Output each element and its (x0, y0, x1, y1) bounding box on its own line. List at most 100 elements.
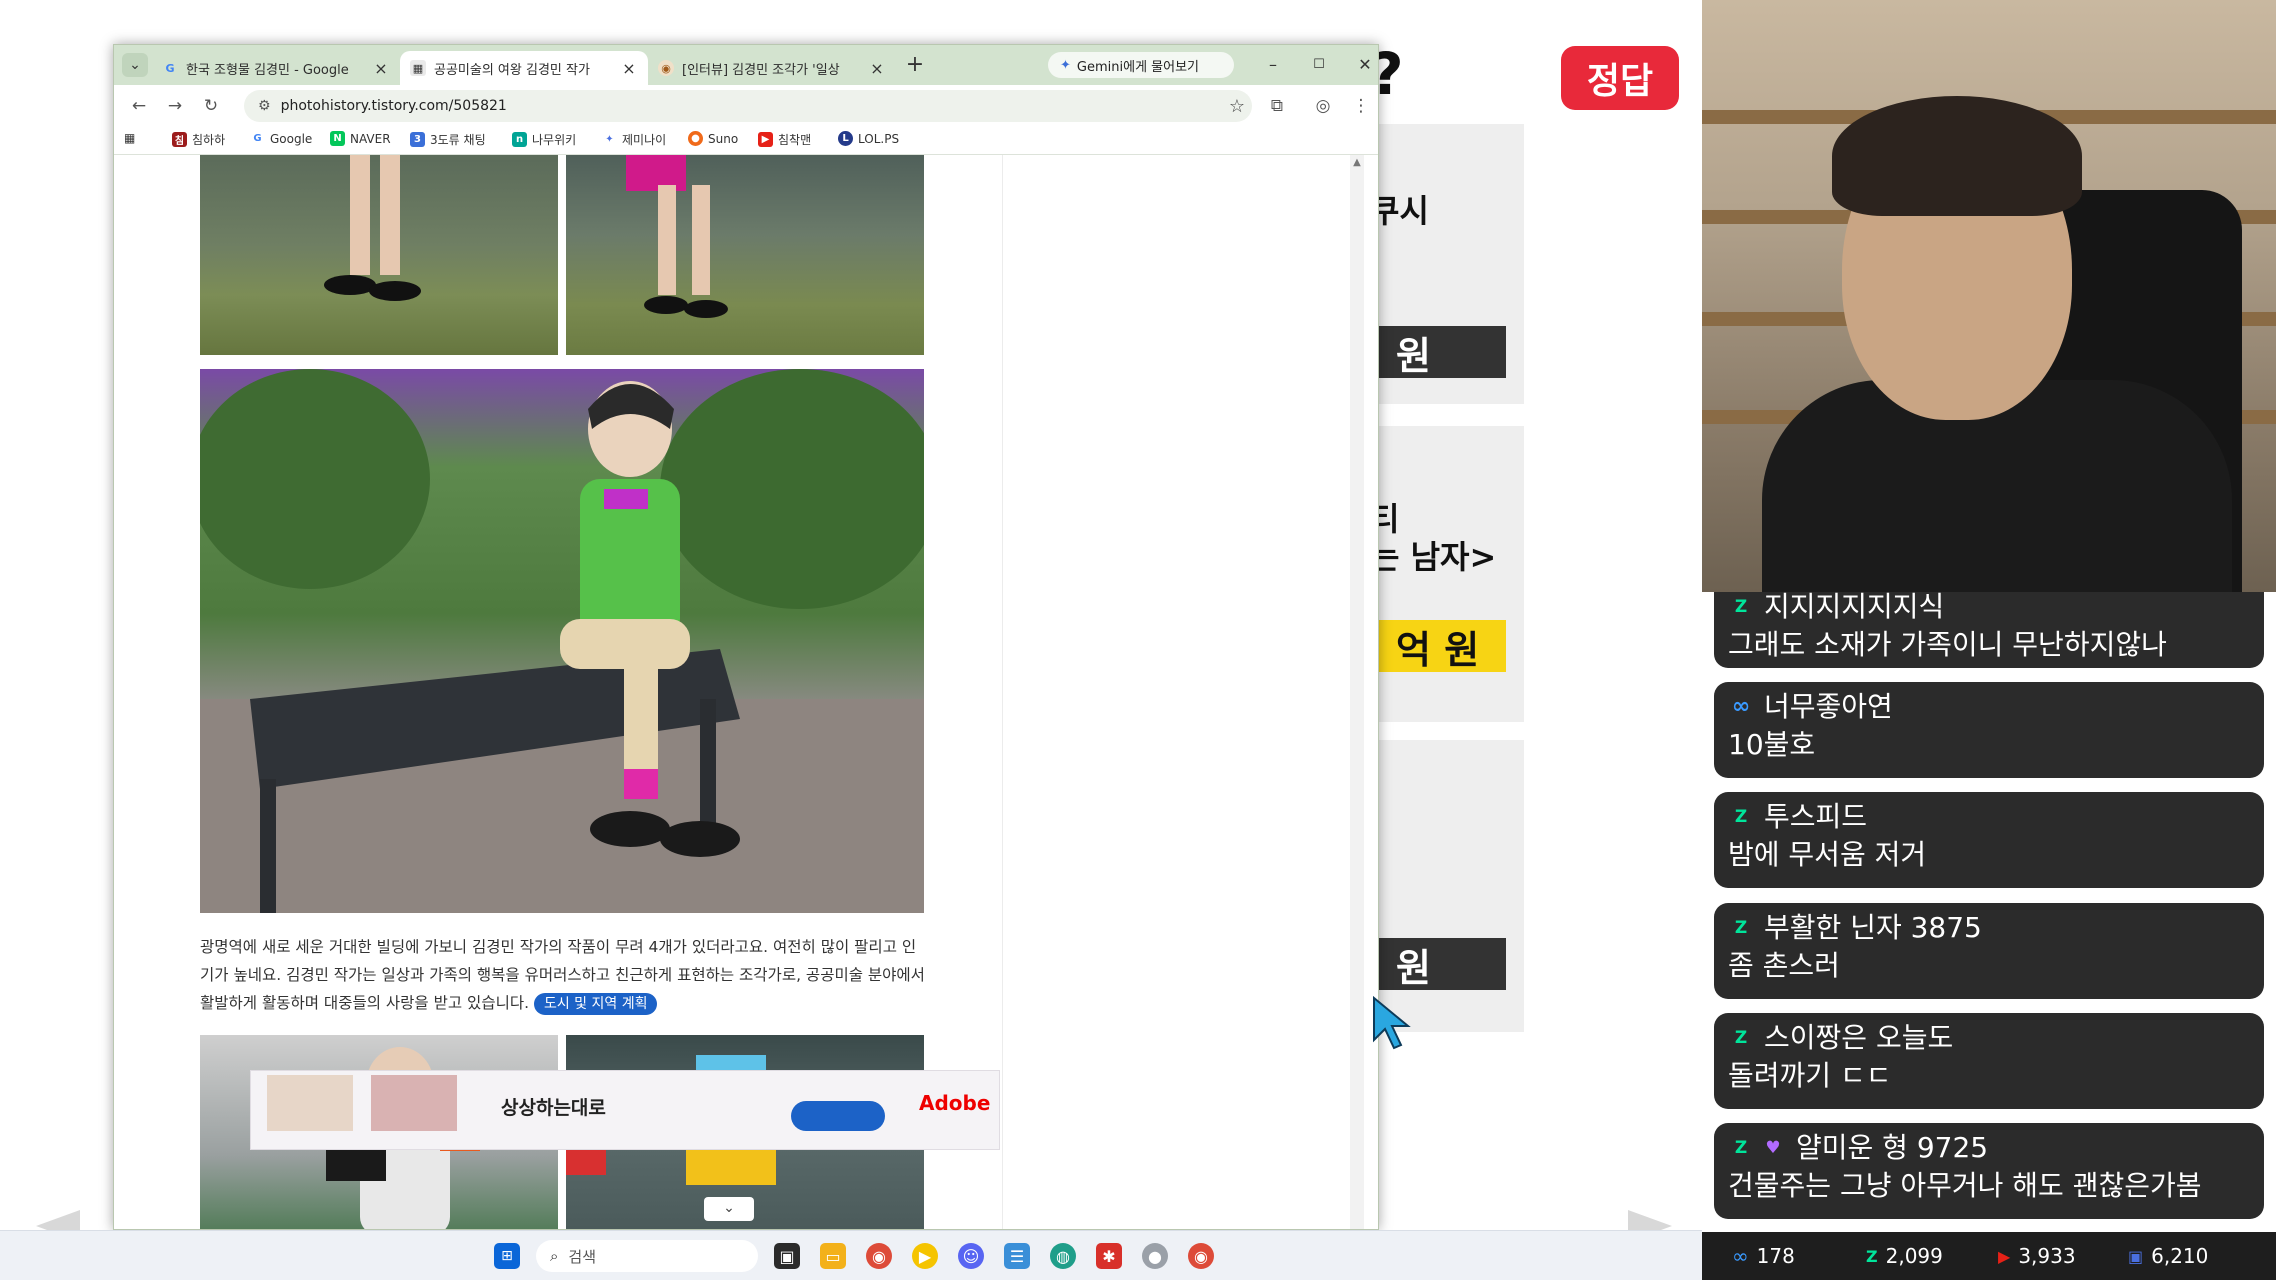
bookmark-label: Google (270, 131, 313, 146)
new-tab-button[interactable]: + (902, 53, 928, 79)
ad-banner[interactable]: 상상하는대로 Adobe (250, 1070, 1000, 1150)
streamer-webcam (1702, 0, 2276, 592)
bookmark-chimchakman[interactable]: ▶ 침착맨 (758, 131, 811, 148)
bookmark-suno[interactable]: ● Suno (688, 131, 738, 146)
chrome-icon[interactable]: ◉ (866, 1243, 892, 1269)
lolps-icon: L (838, 131, 853, 146)
back-arrow-icon[interactable]: ← (126, 93, 152, 119)
chat-message: Z 지지지지지지식 그래도 소재가 가족이니 무난하지않나 (1714, 592, 2264, 668)
tab-google-search[interactable]: G 한국 조형물 김경민 - Google × (152, 51, 400, 85)
scroll-down-chevron-icon[interactable]: ⌄ (704, 1197, 754, 1221)
bookmark-google[interactable]: G Google (250, 131, 312, 146)
chat-text: 10불호 (1728, 728, 1816, 761)
chzzk-badge-icon: Z (1734, 807, 1748, 827)
minimize-icon[interactable]: – (1258, 53, 1288, 77)
discord-icon[interactable]: ☺ (958, 1243, 984, 1269)
stat-value: 6,210 (2151, 1244, 2209, 1268)
stream-side-panel: Z 지지지지지지식 그래도 소재가 가족이니 무난하지않나 ∞ 너무좋아연 10… (1702, 0, 2276, 1280)
tab-strip: ⌄ G 한국 조형물 김경민 - Google × ▦ 공공미술의 여왕 김경민… (114, 45, 1378, 85)
bookmark-label: 침착맨 (778, 133, 812, 147)
windows-start-icon[interactable]: ⊞ (494, 1243, 520, 1269)
maximize-icon[interactable]: ☐ (1304, 53, 1334, 77)
naver-icon: N (330, 131, 345, 146)
ad-cta-button[interactable] (791, 1101, 885, 1131)
bookmark-gemini[interactable]: ✦ 제미나이 (602, 131, 666, 148)
vertical-scrollbar[interactable]: ▲ (1350, 155, 1364, 1229)
sculpture-photo-legs-right[interactable] (566, 155, 924, 355)
youtube-icon: ▶ (1998, 1246, 2011, 1266)
bookmark-label: 제미나이 (622, 133, 667, 147)
bookmark-namuwiki[interactable]: n 나무위키 (512, 131, 576, 148)
chat-message: Z ♥ 얄미운 형 9725 건물주는 그냥 아무거나 해도 괜찮은가봄 (1714, 1123, 2264, 1219)
red-app-icon[interactable]: ✱ (1096, 1243, 1122, 1269)
infinity-badge-icon: ∞ (1731, 694, 1751, 719)
bookmark-label: 나무위키 (532, 133, 577, 147)
tab-search-dropdown-icon[interactable]: ⌄ (122, 53, 148, 77)
youtube-icon: ▶ (758, 132, 773, 147)
chat-text: 그래도 소재가 가족이니 무난하지않나 (1728, 628, 2167, 661)
sculpture-photo-man-on-bench[interactable] (200, 369, 924, 913)
topic-link-label: 도시 및 지역 계획 (543, 996, 648, 1012)
close-icon[interactable]: × (372, 59, 390, 78)
chat-text: 좀 촌스러 (1728, 949, 1840, 982)
file-explorer-icon[interactable]: ▭ (820, 1243, 846, 1269)
obs-icon[interactable]: ● (1142, 1243, 1168, 1269)
sculpture-man-bench-illustration (200, 369, 924, 913)
topic-link-chip[interactable]: 도시 및 지역 계획 (533, 993, 658, 1015)
task-view-icon[interactable]: ▣ (774, 1243, 800, 1269)
bookmark-lolps[interactable]: L LOL.PS (838, 131, 899, 146)
forward-arrow-icon[interactable]: → (162, 93, 188, 119)
bookmark-3doryu-chat[interactable]: 3 3도류 채팅 (410, 131, 486, 148)
profile-icon[interactable]: ◎ (1310, 93, 1336, 119)
tab-interview-article[interactable]: ◉ [인터뷰] 김경민 조각가 '일상 × (648, 51, 896, 85)
bookmark-label: 3도류 채팅 (430, 133, 486, 147)
chat-username: 얄미운 형 9725 (1796, 1131, 1989, 1164)
notepad-icon[interactable]: ☰ (1004, 1243, 1030, 1269)
chat-username: 너무좋아연 (1764, 690, 1893, 723)
quiz-card-2-price: 억 원 (1378, 620, 1506, 672)
infinity-icon: ∞ (1732, 1244, 1749, 1268)
stat-chzzk: Z 2,099 (1866, 1244, 1943, 1268)
media-player-icon[interactable]: ▶ (912, 1243, 938, 1269)
article-page: 광명역에 새로 세운 거대한 빌딩에 가보니 김경민 작가의 작품이 무려 4개… (114, 155, 1364, 1229)
windows-taskbar: ⊞ ⌕ 검색 ▣ ▭ ◉ ▶ ☺ ☰ ◍ ✱ ● ◉ (0, 1230, 1702, 1280)
bookmark-naver[interactable]: N NAVER (330, 131, 391, 146)
chrome-active-icon[interactable]: ◉ (1188, 1243, 1214, 1269)
window-close-icon[interactable]: ✕ (1350, 53, 1378, 77)
stat-value: 2,099 (1885, 1244, 1943, 1268)
bookmark-chimhaha[interactable]: 침 침하하 (172, 131, 225, 148)
ask-gemini-button[interactable]: ✦ Gemini에게 물어보기 (1048, 52, 1234, 78)
chat-username-row: Z ♥ 얄미운 형 9725 (1728, 1129, 2250, 1167)
close-icon[interactable]: × (620, 59, 638, 78)
content-divider (1002, 155, 1003, 1229)
bookmark-label: LOL.PS (858, 131, 900, 146)
tab-title: 공공미술의 여왕 김경민 작가 (434, 62, 590, 78)
sculpture-photo-legs-left[interactable] (200, 155, 558, 355)
menu-kebab-icon[interactable]: ⋮ (1348, 93, 1374, 119)
chat-username: 스이짱은 오늘도 (1764, 1021, 1954, 1054)
article-caption: 광명역에 새로 세운 거대한 빌딩에 가보니 김경민 작가의 작품이 무려 4개… (200, 933, 928, 1017)
stat-value: 3,933 (2018, 1244, 2076, 1268)
address-bar[interactable]: ⚙ photohistory.tistory.com/505821 ☆ (244, 90, 1252, 122)
scroll-up-arrow-icon[interactable]: ▲ (1350, 157, 1364, 168)
tab-tistory-article[interactable]: ▦ 공공미술의 여왕 김경민 작가 × (400, 51, 648, 85)
quiz-card-2-line2: 는 남자> (1370, 538, 1497, 576)
site-settings-icon[interactable]: ⚙ (258, 98, 271, 114)
bookmark-star-icon[interactable]: ☆ (1222, 96, 1252, 117)
close-icon[interactable]: × (868, 59, 886, 78)
apps-grid-icon[interactable]: ▦ (124, 131, 135, 145)
bookmark-label: NAVER (350, 131, 391, 146)
taskbar-search-box[interactable]: ⌕ 검색 (536, 1240, 758, 1272)
reload-icon[interactable]: ↻ (198, 93, 224, 119)
extensions-icon[interactable]: ⧉ (1264, 93, 1290, 119)
heart-badge-icon: ♥ (1765, 1138, 1781, 1158)
namuwiki-icon: n (512, 132, 527, 147)
chat-message: ∞ 너무좋아연 10불호 (1714, 682, 2264, 778)
ad-headline: 상상하는대로 (501, 1097, 606, 1119)
chat-username-row: Z 투스피드 (1728, 798, 2250, 836)
chat-overlay: Z 지지지지지지식 그래도 소재가 가족이니 무난하지않나 ∞ 너무좋아연 10… (1714, 592, 2264, 1232)
chat-icon: 3 (410, 132, 425, 147)
viewer-stats-bar: ∞ 178 Z 2,099 ▶ 3,933 ▣ 6,210 (1702, 1232, 2276, 1280)
globe-app-icon[interactable]: ◍ (1050, 1243, 1076, 1269)
chimhaha-icon: 침 (172, 132, 187, 147)
